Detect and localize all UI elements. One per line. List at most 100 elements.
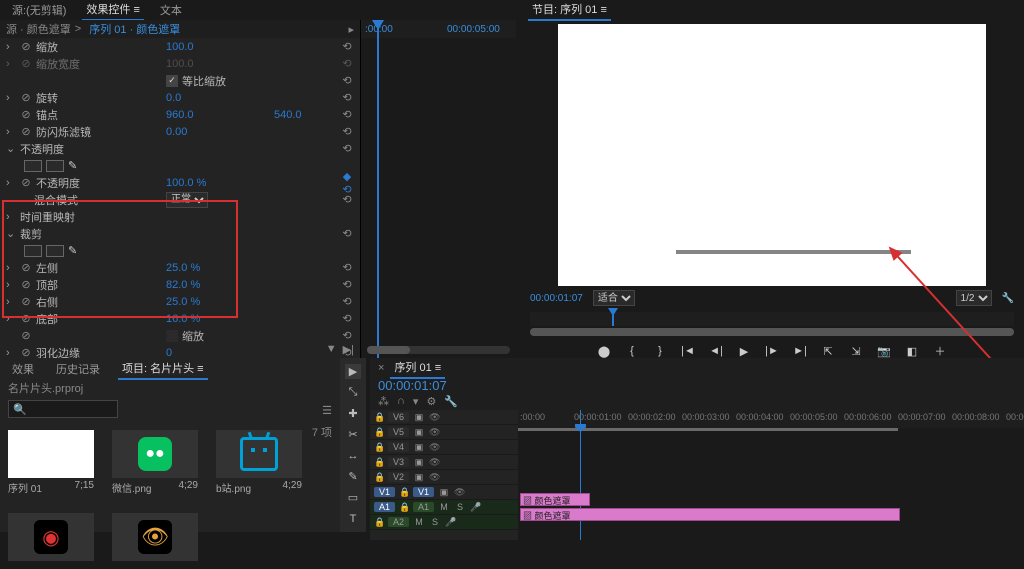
- tab-source[interactable]: 源:(无剪辑): [8, 0, 70, 20]
- effect-timeline[interactable]: :00:00 00:00:05:00: [360, 20, 516, 360]
- button-editor-icon[interactable]: ＋: [933, 344, 947, 358]
- mask-rect-icon[interactable]: [46, 160, 64, 172]
- mark-in-icon[interactable]: {: [625, 344, 639, 358]
- selection-tool-icon[interactable]: ▶: [345, 364, 361, 379]
- razor-tool-icon[interactable]: ✂: [345, 427, 361, 442]
- clip-v2[interactable]: ▨ 颜色遮罩: [520, 493, 590, 506]
- anchor-y[interactable]: 540.0: [274, 109, 302, 121]
- stopwatch-icon[interactable]: ⊘: [20, 313, 32, 325]
- bin-item[interactable]: ◉: [8, 513, 94, 561]
- filter-icon[interactable]: ▼: [326, 343, 337, 356]
- stopwatch-icon[interactable]: ⊘: [20, 347, 32, 359]
- prop-crop-bottom[interactable]: 底部: [36, 311, 58, 327]
- linked-icon[interactable]: ∩: [397, 395, 405, 408]
- stopwatch-icon[interactable]: ⊘: [20, 279, 32, 291]
- mask-rect-icon[interactable]: [46, 245, 64, 257]
- pen-tool-icon[interactable]: ✎: [345, 469, 361, 484]
- prop-flicker[interactable]: 防闪烁滤镜: [36, 124, 91, 140]
- track-v4[interactable]: V4: [388, 442, 409, 452]
- prop-opacity[interactable]: 不透明度: [36, 175, 80, 191]
- program-tab[interactable]: 节目: 序列 01 ≡: [528, 0, 611, 21]
- mask-ellipse-icon[interactable]: [24, 160, 42, 172]
- play-icon[interactable]: ▶: [737, 344, 751, 358]
- tab-history[interactable]: 历史记录: [52, 359, 104, 379]
- anchor-x[interactable]: 960.0: [166, 109, 266, 121]
- target-a1[interactable]: A1: [374, 502, 395, 512]
- target-v1[interactable]: V1: [374, 487, 395, 497]
- track-v6[interactable]: V6: [388, 412, 409, 422]
- tab-text[interactable]: 文本: [156, 0, 186, 20]
- tab-project[interactable]: 项目: 名片片头 ≡: [118, 358, 208, 380]
- go-in-icon[interactable]: |◄: [681, 344, 695, 358]
- timeline-seq-tab[interactable]: 序列 01 ≡: [390, 357, 445, 379]
- clip-sequence[interactable]: 序列 01 · 颜色遮罩: [89, 21, 180, 37]
- settings-icon[interactable]: ⚙: [426, 395, 436, 408]
- stopwatch-icon[interactable]: ⊘: [20, 92, 32, 104]
- fit-select[interactable]: 适合: [593, 290, 635, 306]
- crop-left-value[interactable]: 25.0 %: [166, 262, 266, 274]
- mask-pen-icon[interactable]: ✎: [68, 159, 80, 172]
- panel-menu-icon[interactable]: ▶|: [343, 343, 354, 356]
- opacity-value[interactable]: 100.0 %: [166, 177, 266, 189]
- tab-effects[interactable]: 效果: [8, 359, 38, 379]
- track-v1[interactable]: V1: [413, 487, 434, 497]
- scale-value[interactable]: 100.0: [166, 41, 266, 53]
- settings-icon[interactable]: 🔧: [1002, 293, 1014, 304]
- work-area-bar[interactable]: [518, 428, 898, 431]
- bin-item[interactable]: 序列 017;15: [8, 430, 94, 495]
- crop-right-value[interactable]: 25.0 %: [166, 296, 266, 308]
- program-viewport[interactable]: [558, 24, 986, 286]
- keyframe-reset-icon[interactable]: ⟲: [340, 40, 354, 53]
- program-playhead[interactable]: [612, 312, 614, 326]
- uniform-scale-checkbox[interactable]: ✓: [166, 75, 178, 87]
- bin-item[interactable]: b站.png4;29: [216, 430, 302, 495]
- feather-value[interactable]: 0: [166, 347, 266, 359]
- bin-item[interactable]: ●● 微信.png4;29: [112, 430, 198, 495]
- mark-in-icon[interactable]: ⬤: [597, 344, 611, 358]
- comparison-icon[interactable]: ◧: [905, 344, 919, 358]
- ripple-tool-icon[interactable]: ✚: [345, 406, 361, 421]
- stopwatch-icon[interactable]: ⊘: [20, 109, 32, 121]
- stopwatch-icon[interactable]: ⊘: [20, 58, 32, 70]
- stopwatch-icon[interactable]: ⊘: [20, 262, 32, 274]
- crop-zoom-checkbox[interactable]: [166, 330, 178, 342]
- go-out-icon[interactable]: ►|: [793, 344, 807, 358]
- timeline-ruler[interactable]: :00:00 00:00:01:00 00:00:02:00 00:00:03:…: [518, 410, 1024, 428]
- tab-effect-controls[interactable]: 效果控件 ≡: [82, 0, 143, 21]
- program-zoom-bar[interactable]: [530, 328, 1014, 336]
- track-a1[interactable]: A1: [413, 502, 434, 512]
- zoom-scrollbar[interactable]: [367, 346, 510, 354]
- slip-tool-icon[interactable]: ↔: [345, 448, 361, 463]
- step-fwd-icon[interactable]: |►: [765, 344, 779, 358]
- marker-icon[interactable]: ▾: [413, 395, 419, 408]
- lift-icon[interactable]: ⇱: [821, 344, 835, 358]
- project-search[interactable]: 🔍: [8, 400, 118, 418]
- snap-icon[interactable]: ⁂: [378, 395, 389, 408]
- group-time-remap[interactable]: 时间重映射: [20, 209, 75, 225]
- program-ruler[interactable]: [530, 312, 1014, 326]
- mark-out-icon[interactable]: }: [653, 344, 667, 358]
- type-tool-icon[interactable]: T: [345, 511, 361, 526]
- prop-rotation[interactable]: 旋转: [36, 90, 58, 106]
- track-v5[interactable]: V5: [388, 427, 409, 437]
- prop-anchor[interactable]: 锚点: [36, 107, 58, 123]
- prop-crop-right[interactable]: 右侧: [36, 294, 58, 310]
- mask-pen-icon[interactable]: ✎: [68, 244, 80, 257]
- track-v2[interactable]: V2: [388, 472, 409, 482]
- program-timecode[interactable]: 00:00:01:07: [530, 293, 583, 304]
- stopwatch-icon[interactable]: ⊘: [20, 177, 32, 189]
- group-opacity[interactable]: 不透明度: [20, 141, 64, 157]
- stopwatch-icon[interactable]: ⊘: [20, 41, 32, 53]
- clip-v1[interactable]: ▨ 颜色遮罩: [520, 508, 900, 521]
- extract-icon[interactable]: ⇲: [849, 344, 863, 358]
- bin-item[interactable]: 👁: [112, 513, 198, 561]
- mask-ellipse-icon[interactable]: [24, 245, 42, 257]
- wrench-icon[interactable]: 🔧: [444, 395, 458, 408]
- group-crop[interactable]: 裁剪: [20, 226, 42, 242]
- playhead[interactable]: [377, 20, 379, 360]
- prop-crop-top[interactable]: 顶部: [36, 277, 58, 293]
- crop-top-value[interactable]: 82.0 %: [166, 279, 266, 291]
- stopwatch-icon[interactable]: ⊘: [20, 126, 32, 138]
- prop-scale[interactable]: 缩放: [36, 39, 58, 55]
- timeline-tracks-area[interactable]: :00:00 00:00:01:00 00:00:02:00 00:00:03:…: [518, 410, 1024, 540]
